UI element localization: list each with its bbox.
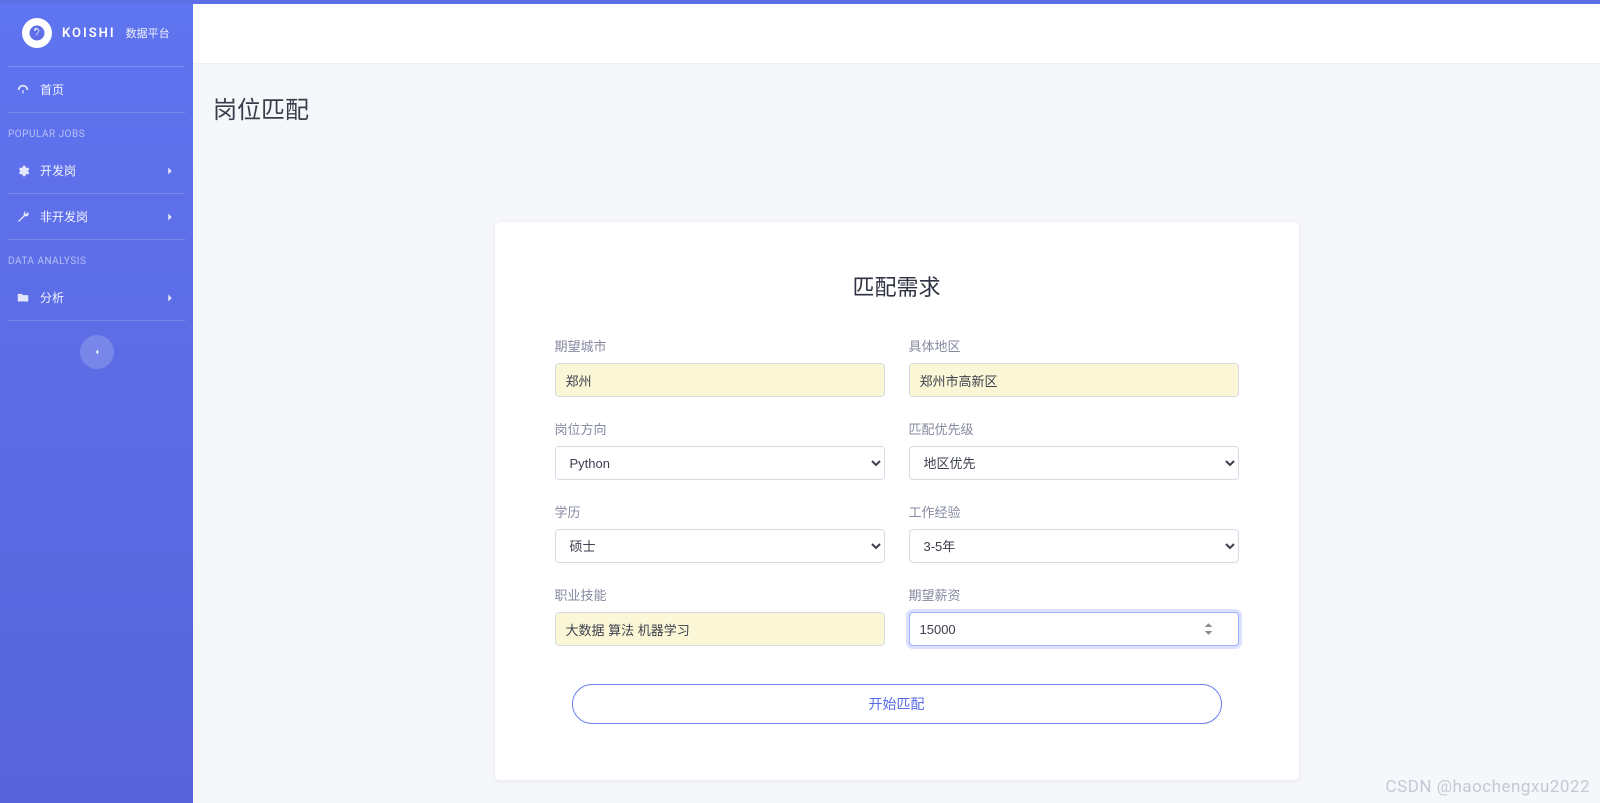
content: 岗位匹配 匹配需求 期望城市 具体地区 岗位方向 Python	[193, 64, 1600, 803]
brand-name: KOISHI	[62, 26, 116, 41]
chevron-right-icon	[163, 291, 177, 305]
main: 岗位匹配 匹配需求 期望城市 具体地区 岗位方向 Python	[193, 4, 1600, 803]
nav-section-popular-jobs: 开发岗 非开发岗	[0, 148, 193, 240]
match-card: 匹配需求 期望城市 具体地区 岗位方向 Python 匹配	[494, 221, 1300, 781]
page-title: 岗位匹配	[213, 90, 1582, 125]
field-direction: 岗位方向 Python	[555, 419, 885, 480]
label-priority: 匹配优先级	[909, 419, 1239, 438]
label-direction: 岗位方向	[555, 419, 885, 438]
field-exp: 工作经验 3-5年	[909, 502, 1239, 563]
dashboard-icon	[16, 83, 30, 97]
brand: KOISHI 数据平台	[8, 4, 185, 67]
brand-logo-icon	[22, 18, 52, 48]
input-skills[interactable]	[555, 612, 885, 646]
gear-icon	[16, 164, 30, 178]
wrench-icon	[16, 210, 30, 224]
field-salary: 期望薪资	[909, 585, 1239, 646]
submit-wrap: 开始匹配	[555, 684, 1239, 724]
sidebar-item-analysis[interactable]: 分析	[8, 275, 185, 321]
folder-icon	[16, 291, 30, 305]
label-exp: 工作经验	[909, 502, 1239, 521]
label-area: 具体地区	[909, 336, 1239, 355]
field-skills: 职业技能	[555, 585, 885, 646]
brand-subtitle: 数据平台	[126, 25, 170, 41]
sidebar-collapse-wrap	[0, 321, 193, 383]
field-area: 具体地区	[909, 336, 1239, 397]
topbar	[193, 4, 1600, 64]
card-title: 匹配需求	[555, 270, 1239, 302]
select-priority[interactable]: 地区优先	[909, 446, 1239, 480]
input-city[interactable]	[555, 363, 885, 397]
field-edu: 学历 硕士	[555, 502, 885, 563]
sidebar-collapse-button[interactable]	[80, 335, 114, 369]
sidebar-item-label: 分析	[40, 289, 64, 306]
nav-section-data-analysis: 分析	[0, 275, 193, 321]
sidebar-item-label: 开发岗	[40, 162, 76, 179]
sidebar-item-dev-jobs[interactable]: 开发岗	[8, 148, 185, 194]
select-exp[interactable]: 3-5年	[909, 529, 1239, 563]
chevron-left-icon	[92, 347, 102, 357]
field-city: 期望城市	[555, 336, 885, 397]
label-edu: 学历	[555, 502, 885, 521]
sidebar-item-label: 首页	[40, 81, 64, 98]
field-priority: 匹配优先级 地区优先	[909, 419, 1239, 480]
nav-section-main: 首页	[0, 67, 193, 113]
label-city: 期望城市	[555, 336, 885, 355]
sidebar-item-home[interactable]: 首页	[8, 67, 185, 113]
form-grid: 期望城市 具体地区 岗位方向 Python 匹配优先级 地区优先	[555, 336, 1239, 646]
chevron-right-icon	[163, 164, 177, 178]
select-edu[interactable]: 硕士	[555, 529, 885, 563]
chevron-right-icon	[163, 210, 177, 224]
select-direction[interactable]: Python	[555, 446, 885, 480]
sidebar-item-label: 非开发岗	[40, 208, 88, 225]
input-salary[interactable]	[909, 612, 1239, 646]
sidebar: KOISHI 数据平台 首页 POPULAR JOBS 开发岗 非开发岗	[0, 4, 193, 803]
nav-header-popular-jobs: POPULAR JOBS	[0, 113, 193, 148]
nav-header-data-analysis: DATA ANALYSIS	[0, 240, 193, 275]
label-skills: 职业技能	[555, 585, 885, 604]
sidebar-item-nondev-jobs[interactable]: 非开发岗	[8, 194, 185, 240]
label-salary: 期望薪资	[909, 585, 1239, 604]
start-match-button[interactable]: 开始匹配	[572, 684, 1222, 724]
input-area[interactable]	[909, 363, 1239, 397]
